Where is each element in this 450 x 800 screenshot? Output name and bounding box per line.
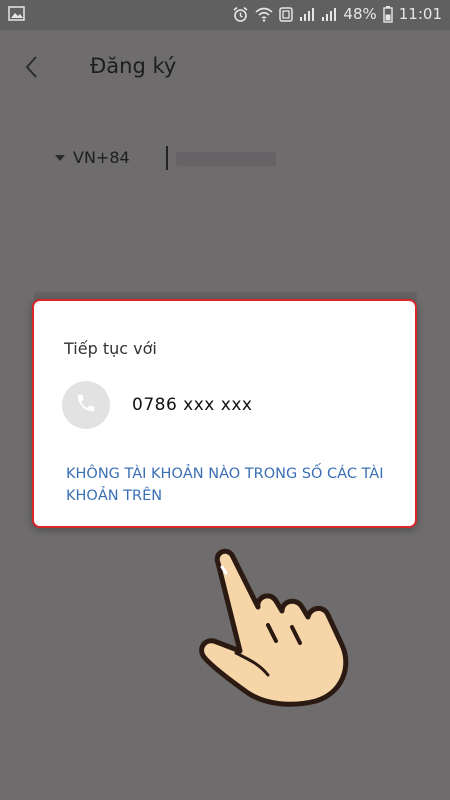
battery-percent: 48%	[343, 5, 377, 23]
battery-icon	[383, 5, 393, 23]
clock: 11:01	[398, 5, 442, 23]
country-code-label: VN+84	[73, 148, 130, 167]
hand-pointer-icon	[196, 545, 366, 710]
status-bar-right: 48% 11:01	[232, 5, 442, 23]
account-phone-number: 0786 xxx xxx	[132, 395, 253, 415]
input-cursor	[166, 146, 168, 170]
signal-icon	[299, 7, 315, 21]
account-avatar	[62, 381, 110, 429]
signal-icon	[321, 7, 337, 21]
dialog-title: Tiếp tục với	[64, 339, 157, 358]
chevron-left-icon	[18, 56, 48, 86]
phone-icon	[75, 392, 97, 418]
register-button[interactable]	[195, 237, 257, 249]
account-option[interactable]: 0786 xxx xxx	[62, 380, 392, 430]
image-icon	[8, 6, 25, 21]
account-picker-dialog: Tiếp tục với 0786 xxx xxx KHÔNG TÀI KHOẢ…	[32, 299, 417, 528]
status-bar: 48% 11:01	[0, 0, 450, 30]
wifi-icon	[255, 7, 273, 22]
phone-input[interactable]	[176, 152, 276, 166]
country-code-select[interactable]: VN+84	[55, 148, 130, 167]
status-bar-left	[8, 6, 25, 21]
phone-row: VN+84	[0, 140, 450, 180]
app-header: Đăng ký	[0, 30, 450, 105]
none-of-above-button[interactable]: KHÔNG TÀI KHOẢN NÀO TRONG SỐ CÁC TÀI KHO…	[66, 463, 386, 507]
alarm-icon	[232, 6, 249, 23]
dropdown-arrow-icon	[55, 154, 65, 161]
back-button[interactable]	[18, 52, 48, 82]
nfc-icon	[279, 6, 294, 22]
page-title: Đăng ký	[90, 54, 177, 78]
